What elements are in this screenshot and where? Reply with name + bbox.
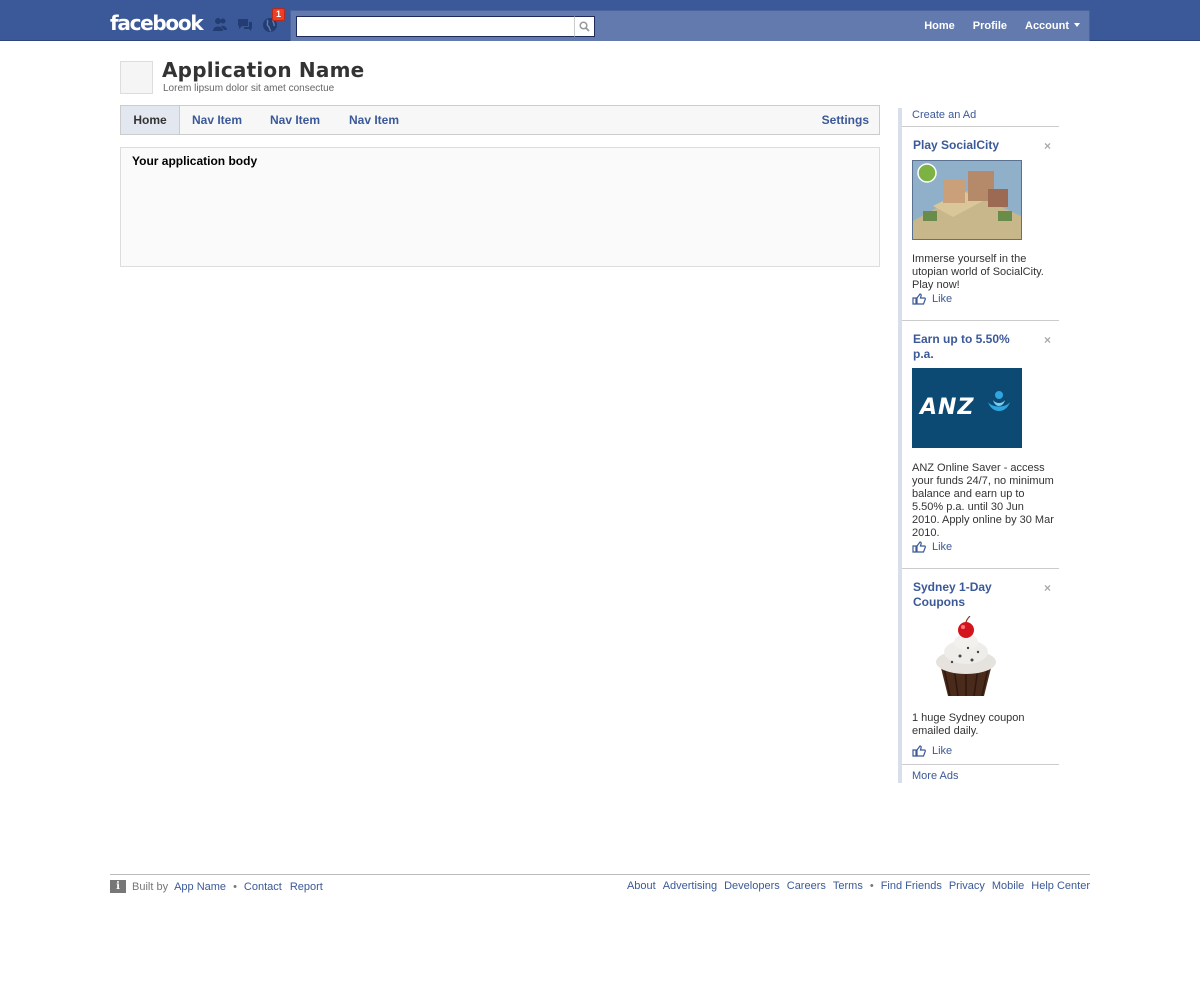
ad-sydney-coupons: Sydney 1-Day Coupons × 1 huge Sydney cou… — [902, 568, 1059, 764]
ad-anz: Earn up to 5.50% p.a. × ANZ ANZ Online S… — [902, 320, 1059, 568]
info-icon: i — [110, 880, 126, 893]
ad-like-button[interactable]: Like — [912, 744, 952, 758]
footer-left: i Built by App Name • Contact Report — [110, 880, 323, 893]
search-input[interactable] — [296, 16, 574, 37]
ad-cupcake-image[interactable] — [912, 615, 1022, 697]
ad-like-label: Like — [932, 293, 953, 305]
app-tagline: Lorem lipsum dolor sit amet consectue — [163, 83, 335, 94]
app-icon — [120, 61, 153, 94]
top-bar: facebook 1 Home Profile Account — [0, 0, 1200, 41]
messages-icon[interactable] — [237, 17, 253, 32]
search-bar: Home Profile Account — [290, 10, 1090, 41]
report-link[interactable]: Report — [290, 881, 323, 893]
close-icon[interactable]: × — [1044, 334, 1051, 346]
app-body-text: Your application body — [132, 154, 258, 168]
thumbs-up-icon — [912, 293, 926, 305]
app-body: Your application body — [120, 147, 880, 267]
footer-link-careers[interactable]: Careers — [787, 880, 826, 892]
thumbs-up-icon — [912, 541, 926, 553]
separator-dot: • — [233, 880, 237, 893]
ad-description: ANZ Online Saver - access your funds 24/… — [912, 462, 1054, 539]
ad-title[interactable]: Sydney 1-Day Coupons — [913, 580, 1033, 610]
ad-like-button[interactable]: Like — [912, 540, 952, 554]
ad-title[interactable]: Earn up to 5.50% p.a. — [913, 332, 1033, 362]
tab-nav-item-2[interactable]: Nav Item — [270, 106, 320, 134]
nav-account-label: Account — [1025, 20, 1069, 32]
chevron-down-icon — [1074, 23, 1080, 27]
ad-image[interactable] — [912, 160, 1022, 240]
footer-link-terms[interactable]: Terms — [833, 880, 863, 892]
footer-link-about[interactable]: About — [627, 880, 656, 892]
search-icon — [579, 21, 590, 32]
anz-people-icon — [988, 391, 1010, 411]
tab-nav-item-1[interactable]: Nav Item — [192, 106, 242, 134]
close-icon[interactable]: × — [1044, 140, 1051, 152]
footer: i Built by App Name • Contact Report Abo… — [110, 874, 1090, 900]
built-by-label: Built by — [132, 880, 169, 893]
ad-like-label: Like — [932, 745, 953, 757]
ad-title[interactable]: Play SocialCity — [913, 138, 1033, 153]
ad-description: 1 huge Sydney coupon emailed daily. — [912, 712, 1025, 737]
ad-like-button[interactable]: Like — [912, 292, 952, 306]
more-ads-link[interactable]: More Ads — [912, 770, 958, 782]
ad-anz-logo[interactable]: ANZ — [912, 368, 1022, 448]
nav-profile-link[interactable]: Profile — [964, 11, 1016, 42]
footer-link-advertising[interactable]: Advertising — [663, 880, 717, 892]
tab-home[interactable]: Home — [121, 106, 180, 134]
ads-divider — [902, 764, 1059, 765]
ad-like-label: Like — [932, 541, 953, 553]
app-name-link[interactable]: App Name — [174, 881, 226, 893]
app-title: Application Name — [162, 58, 365, 82]
top-nav: Home Profile Account — [915, 11, 1089, 42]
footer-link-privacy[interactable]: Privacy — [949, 880, 985, 892]
search-button[interactable] — [574, 16, 595, 37]
notification-count-badge: 1 — [272, 8, 286, 21]
separator-dot: • — [869, 880, 874, 892]
nav-home-link[interactable]: Home — [915, 11, 964, 42]
facebook-logo[interactable]: facebook — [110, 11, 204, 35]
friend-requests-icon[interactable] — [212, 17, 228, 32]
tab-settings[interactable]: Settings — [822, 106, 869, 134]
ad-socialcity: Play SocialCity × Immerse yourself in th… — [902, 126, 1059, 320]
tab-nav-item-3[interactable]: Nav Item — [349, 106, 399, 134]
app-nav-tabs: Home Nav Item Nav Item Nav Item Settings — [120, 105, 880, 135]
create-ad-link[interactable]: Create an Ad — [912, 109, 976, 121]
ads-column: Create an Ad Play SocialCity × Immerse y… — [898, 108, 1059, 783]
footer-link-mobile[interactable]: Mobile — [992, 880, 1024, 892]
anz-logo-text: ANZ — [920, 395, 975, 420]
footer-link-find-friends[interactable]: Find Friends — [881, 880, 942, 892]
footer-link-developers[interactable]: Developers — [724, 880, 780, 892]
ad-description: Immerse yourself in the utopian world of… — [912, 253, 1044, 291]
thumbs-up-icon — [912, 745, 926, 757]
close-icon[interactable]: × — [1044, 582, 1051, 594]
contact-link[interactable]: Contact — [244, 881, 282, 893]
nav-account-menu[interactable]: Account — [1016, 11, 1089, 42]
footer-links: About Advertising Developers Careers Ter… — [620, 880, 1090, 892]
footer-link-help-center[interactable]: Help Center — [1031, 880, 1090, 892]
